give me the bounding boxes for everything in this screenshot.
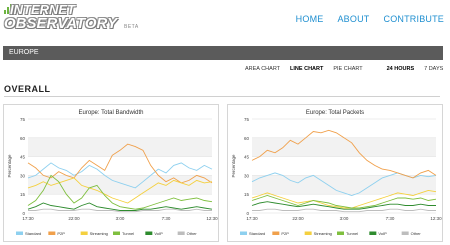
legend-swatch	[240, 231, 247, 235]
legend-label[interactable]: Other	[187, 231, 198, 236]
chart-options: AREA CHART LINE CHART PIE CHART 24 HOURS…	[240, 63, 448, 75]
legend-swatch	[337, 231, 344, 235]
legend-swatch	[113, 231, 120, 235]
legend-label[interactable]: Streaming	[90, 231, 108, 236]
legend-swatch	[48, 231, 56, 235]
x-tick-label: 22:00	[292, 216, 304, 221]
y-tick-label: 30	[244, 173, 250, 178]
legend-label[interactable]: Standard	[249, 231, 265, 236]
x-tick-label: 7:30	[162, 216, 171, 221]
legend-label[interactable]: Standard	[25, 231, 41, 236]
legend-label[interactable]: VoIP	[378, 231, 387, 236]
legend-label[interactable]: VoIP	[154, 231, 163, 236]
grid-band	[28, 175, 212, 195]
legend-swatch	[145, 231, 153, 235]
tab-pie-chart[interactable]: PIE CHART	[328, 64, 367, 74]
legend-swatch	[304, 231, 312, 235]
packets-chart: Europe: Total Packets01530456075Percenta…	[231, 110, 442, 236]
tab-area-chart[interactable]: AREA CHART	[240, 64, 285, 74]
y-tick-label: 75	[20, 117, 26, 122]
legend-label[interactable]: Other	[411, 231, 422, 236]
legend-swatch	[16, 231, 23, 235]
y-tick-label: 75	[244, 117, 250, 122]
grid-band	[252, 175, 436, 195]
grid-band	[252, 137, 436, 157]
y-tick-label: 60	[20, 136, 26, 141]
x-tick-label: 17:30	[22, 216, 34, 221]
y-tick-label: 30	[20, 173, 26, 178]
x-tick-label: 3:00	[340, 216, 349, 221]
y-tick-label: 60	[244, 136, 250, 141]
legend-label[interactable]: Tunnel	[346, 231, 358, 236]
y-axis-label: Percentage	[7, 154, 12, 178]
legend-swatch	[80, 231, 88, 235]
tab-7-days[interactable]: 7 DAYS	[419, 64, 448, 74]
chart-title: Europe: Total Packets	[306, 110, 364, 116]
logo-text-observatory: OBSERVATORY	[4, 15, 118, 32]
y-tick-label: 45	[244, 155, 250, 160]
tab-line-chart[interactable]: LINE CHART	[285, 64, 328, 74]
legend-label[interactable]: Tunnel	[122, 231, 134, 236]
legend-swatch	[369, 231, 377, 235]
section-divider	[4, 96, 440, 97]
nav-home-link[interactable]: HOME	[296, 14, 324, 24]
bandwidth-chart: Europe: Total Bandwidth01530456075Percen…	[7, 110, 218, 236]
tab-24-hours[interactable]: 24 HOURS	[382, 64, 420, 74]
legend-label[interactable]: P2P	[57, 231, 65, 236]
logo-beta-tag: BETA	[124, 24, 139, 30]
y-tick-label: 45	[20, 155, 26, 160]
x-tick-label: 7:30	[386, 216, 395, 221]
site-logo[interactable]: INTERNET OBSERVATORY BETA	[4, 2, 154, 36]
site-header: INTERNET OBSERVATORY BETA HOME ABOUT CON…	[0, 0, 450, 40]
section-title: OVERALL	[4, 84, 51, 94]
region-title-bar: EUROPE	[3, 46, 443, 60]
x-tick-label: 12:30	[206, 216, 218, 221]
main-nav: HOME ABOUT CONTRIBUTE	[296, 14, 444, 24]
legend-label[interactable]: P2P	[281, 231, 289, 236]
y-tick-label: 15	[244, 192, 250, 197]
legend-label[interactable]: Streaming	[314, 231, 332, 236]
chart-title: Europe: Total Bandwidth	[79, 110, 144, 116]
legend-swatch	[272, 231, 280, 235]
bandwidth-chart-panel: Europe: Total Bandwidth 0 15 30 45 60 75 Percen…	[3, 104, 219, 242]
x-tick-label: 22:00	[68, 216, 80, 221]
legend-swatch	[177, 231, 185, 235]
nav-contribute-link[interactable]: CONTRIBUTE	[384, 14, 445, 24]
x-tick-label: 17:30	[246, 216, 258, 221]
y-axis-label: Percentage	[231, 154, 236, 178]
y-tick-label: 15	[20, 192, 26, 197]
legend-swatch	[401, 231, 409, 235]
grid-band	[28, 137, 212, 157]
nav-about-link[interactable]: ABOUT	[337, 14, 369, 24]
x-tick-label: 3:00	[116, 216, 125, 221]
packets-chart-panel: Europe: Total Packets 0 15 30 45 60 75 Percenta…	[227, 104, 443, 242]
x-tick-label: 12:30	[430, 216, 442, 221]
